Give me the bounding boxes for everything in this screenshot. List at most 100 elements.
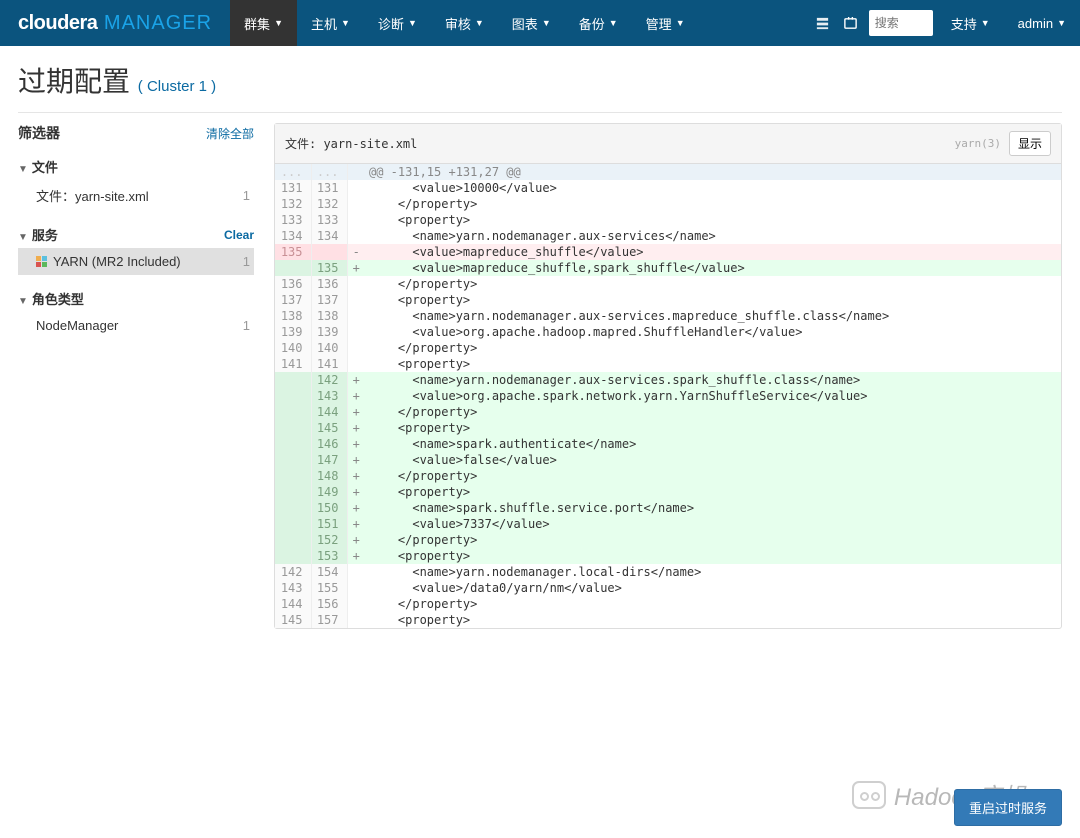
nav-item-2[interactable]: 诊断▼ [364, 0, 431, 46]
nav-item-4[interactable]: 图表▼ [498, 0, 565, 46]
diff-code: <property> [365, 612, 1061, 628]
diff-marker: + [347, 532, 365, 548]
diff-row-ctx: 143155 <value>/data0/yarn/nm</value> [275, 580, 1061, 596]
diff-code: <name>yarn.nodemanager.aux-services.mapr… [365, 308, 1061, 324]
diff-row-ctx: 134134 <name>yarn.nodemanager.aux-servic… [275, 228, 1061, 244]
chevron-down-icon: ▼ [18, 296, 28, 307]
nav-support-label: 支持 [951, 14, 977, 33]
diff-code: <property> [365, 212, 1061, 228]
nav-item-6[interactable]: 管理▼ [632, 0, 699, 46]
old-line-no [275, 500, 311, 516]
filter-sidebar: 筛选器 清除全部 ▼文件 文件：yarn-site.xml 1 ▼服务 Clea… [18, 123, 254, 629]
nav-label: 主机 [311, 14, 337, 33]
old-line-no: 132 [275, 196, 311, 212]
notifications-icon[interactable] [837, 0, 865, 46]
parcels-icon[interactable] [809, 0, 837, 46]
diff-code: <name>spark.authenticate</name> [365, 436, 1061, 452]
diff-row-add: 144+ </property> [275, 404, 1061, 420]
new-line-no: 145 [311, 420, 347, 436]
nav-item-3[interactable]: 审核▼ [431, 0, 498, 46]
new-line-no: ... [311, 164, 347, 180]
clear-section-link[interactable]: Clear [224, 228, 254, 242]
nav-label: 备份 [579, 14, 605, 33]
diff-marker: + [347, 516, 365, 532]
caret-icon: ▼ [341, 18, 350, 28]
title-text: 过期配置 [18, 66, 130, 97]
diff-row-ctx: 142154 <name>yarn.nodemanager.local-dirs… [275, 564, 1061, 580]
diff-row-ctx: 145157 <property> [275, 612, 1061, 628]
nav-label: 群集 [244, 14, 270, 33]
item-count: 1 [243, 318, 250, 333]
section-label: 文件 [32, 160, 58, 175]
new-line-no: 155 [311, 580, 347, 596]
diff-row-add: 151+ <value>7337</value> [275, 516, 1061, 532]
new-line-no: 157 [311, 612, 347, 628]
diff-marker: + [347, 452, 365, 468]
caret-icon: ▼ [475, 18, 484, 28]
old-line-no [275, 420, 311, 436]
section-label: 服务 [32, 228, 58, 243]
diff-table: ...... @@ -131,15 +131,27 @@ 131131 <value… [275, 164, 1061, 628]
old-line-no: 139 [275, 324, 311, 340]
nav-item-0[interactable]: 群集▼ [230, 0, 297, 46]
section-toggle-role[interactable]: ▼角色类型 [18, 285, 254, 312]
diff-row-add: 145+ <property> [275, 420, 1061, 436]
new-line-no: 141 [311, 356, 347, 372]
diff-marker [347, 612, 365, 628]
search-input[interactable] [869, 10, 933, 36]
diff-code: <value>org.apache.spark.network.yarn.Yar… [365, 388, 1061, 404]
nav-label: 诊断 [378, 14, 404, 33]
new-line-no: 133 [311, 212, 347, 228]
diff-marker [347, 340, 365, 356]
new-line-no: 149 [311, 484, 347, 500]
diff-row-ctx: 139139 <value>org.apache.hadoop.mapred.S… [275, 324, 1061, 340]
diff-marker: + [347, 468, 365, 484]
diff-code: <value>/data0/yarn/nm</value> [365, 580, 1061, 596]
diff-row-add: 146+ <name>spark.authenticate</name> [275, 436, 1061, 452]
new-line-no: 146 [311, 436, 347, 452]
cluster-link[interactable]: ( Cluster 1 ) [138, 78, 216, 95]
diff-row-add: 149+ <property> [275, 484, 1061, 500]
filter-item-file[interactable]: 文件：yarn-site.xml 1 [18, 180, 254, 211]
show-button[interactable]: 显示 [1009, 131, 1051, 156]
clear-all-link[interactable]: 清除全部 [206, 125, 254, 142]
file-name: 文件: yarn-site.xml [285, 135, 955, 152]
section-toggle-file[interactable]: ▼文件 [18, 153, 254, 180]
diff-row-ctx: 140140 </property> [275, 340, 1061, 356]
old-line-no: 131 [275, 180, 311, 196]
diff-code: </property> [365, 404, 1061, 420]
diff-row-ctx: 141141 <property> [275, 356, 1061, 372]
new-line-no: 154 [311, 564, 347, 580]
old-line-no: 143 [275, 580, 311, 596]
filter-item-nodemanager[interactable]: NodeManager 1 [18, 312, 254, 339]
new-line-no: 131 [311, 180, 347, 196]
diff-marker [347, 292, 365, 308]
section-toggle-service[interactable]: ▼服务 Clear [18, 221, 254, 248]
restart-stale-button[interactable]: 重启过时服务 [954, 789, 1062, 826]
yarn-icon [36, 256, 47, 267]
nav-admin[interactable]: admin▼ [1004, 0, 1080, 46]
new-line-no [311, 244, 347, 260]
filter-section-file: ▼文件 文件：yarn-site.xml 1 [18, 153, 254, 211]
filter-item-yarn[interactable]: YARN (MR2 Included) 1 [18, 248, 254, 275]
diff-code: </property> [365, 532, 1061, 548]
nav-item-1[interactable]: 主机 ▼ [297, 0, 364, 46]
diff-code: </property> [365, 596, 1061, 612]
diff-marker [347, 196, 365, 212]
old-line-no: ... [275, 164, 311, 180]
diff-marker: + [347, 484, 365, 500]
diff-code: @@ -131,15 +131,27 @@ [365, 164, 1061, 180]
diff-marker: + [347, 548, 365, 564]
diff-row-ctx: 132132 </property> [275, 196, 1061, 212]
brand-logo[interactable]: cloudera MANAGER [0, 12, 230, 35]
new-line-no: 152 [311, 532, 347, 548]
old-line-no [275, 532, 311, 548]
diff-code: <property> [365, 292, 1061, 308]
old-line-no [275, 452, 311, 468]
nav-support[interactable]: 支持▼ [937, 0, 1004, 46]
diff-code: <name>yarn.nodemanager.local-dirs</name> [365, 564, 1061, 580]
old-line-no [275, 548, 311, 564]
nav-item-5[interactable]: 备份▼ [565, 0, 632, 46]
old-line-no [275, 260, 311, 276]
brand-left: cloudera [18, 12, 97, 34]
